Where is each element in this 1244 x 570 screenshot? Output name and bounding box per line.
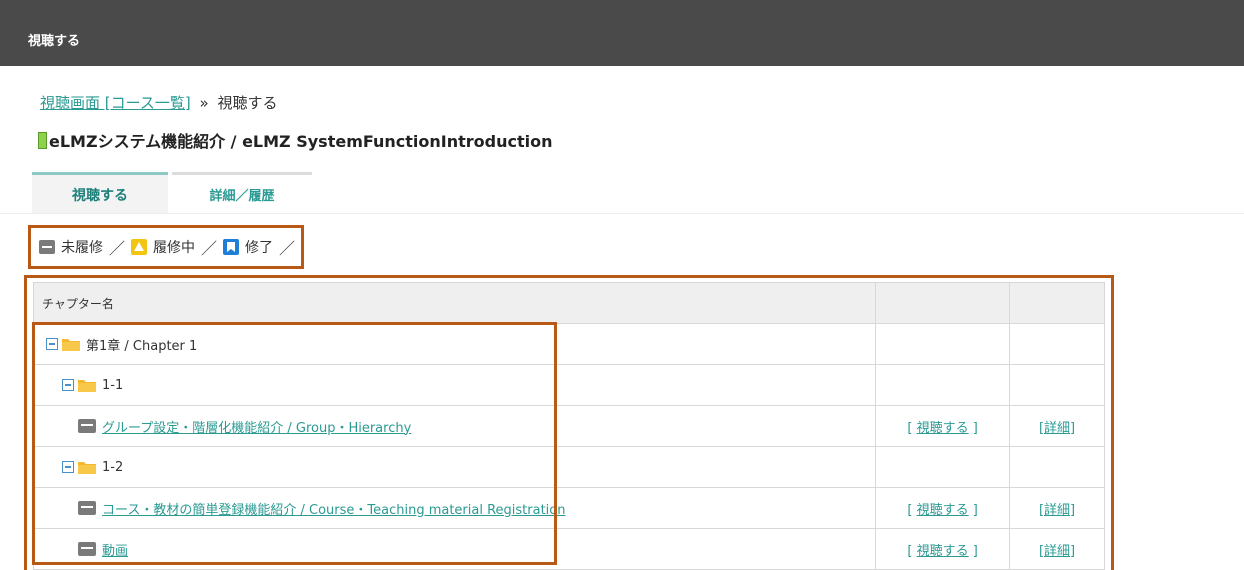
detail-link[interactable]: 詳細 — [1044, 544, 1070, 559]
page-header-title: 視聴する — [28, 34, 81, 49]
detail-link[interactable]: 詳細 — [1044, 503, 1070, 518]
detail-cell: [詳細] — [1009, 487, 1105, 529]
course-title: eLMZシステム機能紹介 / eLMZ SystemFunctionIntrod… — [38, 128, 553, 152]
view-cell: [ 視聴する ] — [875, 405, 1011, 447]
tab-bar: 視聴する 詳細／履歴 — [32, 172, 312, 214]
status-legend: 未履修 ／ 履修中 ／ 修了 ／ — [28, 225, 304, 269]
breadcrumb-current: 視聴する — [217, 94, 278, 112]
chapter-name-header: チャプター名 — [32, 282, 877, 324]
view-cell — [875, 323, 1011, 365]
table-header-row: チャプター名 — [32, 282, 1105, 324]
in-progress-status-icon — [131, 239, 147, 255]
detail-cell: [詳細] — [1009, 528, 1105, 570]
breadcrumb-course-list-link[interactable]: 視聴画面 [コース一覧] — [40, 94, 191, 112]
legend-completed-label: 修了 — [245, 240, 273, 256]
detail-column-header — [1009, 282, 1105, 324]
detail-cell — [1009, 446, 1105, 488]
detail-link[interactable]: 詳細 — [1044, 421, 1070, 436]
view-column-header — [875, 282, 1011, 324]
view-cell — [875, 446, 1011, 488]
top-header-bar: 視聴する — [0, 0, 1244, 66]
legend-separator: ／ — [200, 239, 217, 258]
view-cell: [ 視聴する ] — [875, 528, 1011, 570]
legend-not-started-label: 未履修 — [61, 240, 103, 256]
breadcrumb-separator: » — [199, 94, 209, 112]
detail-cell: [詳細] — [1009, 405, 1105, 447]
detail-cell — [1009, 364, 1105, 406]
view-cell: [ 視聴する ] — [875, 487, 1011, 529]
course-marker-icon — [38, 131, 47, 149]
view-link[interactable]: 視聴する — [917, 421, 969, 436]
not-started-status-icon — [39, 239, 55, 255]
view-link[interactable]: 視聴する — [917, 503, 969, 518]
legend-separator: ／ — [108, 239, 125, 258]
tab-view[interactable]: 視聴する — [32, 172, 168, 214]
view-link[interactable]: 視聴する — [917, 544, 969, 559]
course-title-text: eLMZシステム機能紹介 / eLMZ SystemFunctionIntrod… — [49, 132, 553, 151]
tree-highlight-box — [32, 322, 557, 565]
view-cell — [875, 364, 1011, 406]
legend-in-progress-label: 履修中 — [153, 240, 195, 256]
detail-cell — [1009, 323, 1105, 365]
breadcrumb: 視聴画面 [コース一覧] » 視聴する — [40, 92, 278, 113]
tab-details-history[interactable]: 詳細／履歴 — [172, 172, 312, 214]
legend-separator: ／ — [279, 239, 296, 258]
tab-divider — [0, 213, 1244, 214]
completed-status-icon — [223, 239, 239, 255]
